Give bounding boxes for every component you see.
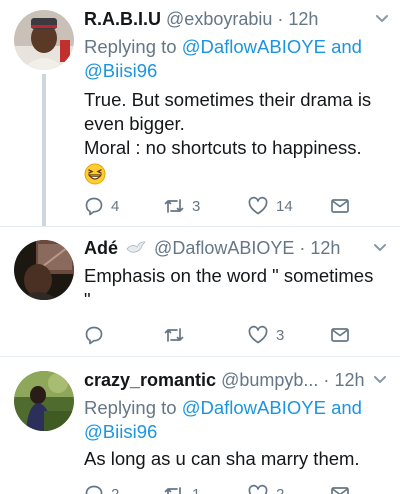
mention-link[interactable]: @DaflowABIOYE [182,36,326,57]
mention-link[interactable]: @Biisi96 [84,421,157,442]
user-handle[interactable]: @exboyrabiu [166,9,272,29]
user-handle[interactable]: @bumpyb... [221,370,318,390]
separator-dot: · [299,238,306,258]
grinning-squinting-face-icon [84,163,106,185]
retweet-count: 3 [192,197,201,215]
replying-to: Replying to @DaflowABIOYE and @Biisi96 [84,396,384,444]
separator-dot: · [277,9,284,29]
like-count: 3 [276,326,285,344]
tweet-actions: 2 1 2 [84,483,384,494]
tweet-header: crazy_romantic @bumpyb... · 12h [84,369,364,391]
retweet-button[interactable]: 3 [163,195,200,217]
display-name[interactable]: R.A.B.I.U [84,9,161,29]
avatar[interactable] [14,10,74,70]
tweet-header: Adé @DaflowABIOYE · 12h [84,237,340,259]
tweet-text-line: Emphasis on the word " sometimes [84,265,374,286]
like-button[interactable]: 14 [247,195,293,217]
reply-icon [85,485,103,494]
replying-prefix: Replying to [84,36,177,57]
reply-button[interactable]: 4 [84,195,119,217]
mention-and: and [331,36,362,57]
retweet-count: 1 [192,485,201,494]
tweet-header: R.A.B.I.U @exboyrabiu · 12h [84,8,318,30]
timestamp[interactable]: 12h [334,370,364,390]
tweet-text-line: even bigger. [84,113,185,134]
user-handle[interactable]: @DaflowABIOYE [154,238,294,258]
avatar[interactable] [14,240,74,300]
display-name[interactable]: crazy_romantic [84,370,216,390]
tweet-1[interactable]: R.A.B.I.U @exboyrabiu · 12h Replying to … [0,0,400,226]
separator-dot: · [323,370,330,390]
direct-message-button[interactable] [330,195,350,217]
tweet-text-line: " [84,289,91,310]
mention-and: and [331,397,362,418]
tweet-text: Emphasis on the word " sometimes " [84,264,384,312]
reply-icon [85,197,103,216]
reply-count: 2 [111,485,120,494]
heart-icon [248,325,268,344]
like-count: 14 [276,197,293,215]
heart-icon [248,196,268,215]
timestamp[interactable]: 12h [288,9,318,29]
dove-icon [126,241,146,253]
envelope-icon [331,328,349,342]
like-button[interactable]: 3 [247,324,284,346]
direct-message-button[interactable] [330,324,350,346]
like-button[interactable]: 2 [247,483,284,494]
retweet-button[interactable]: 1 [163,483,200,494]
retweet-icon [164,328,184,342]
tweet-2[interactable]: Adé @DaflowABIOYE · 12h Emphasis on the … [0,227,400,356]
timestamp[interactable]: 12h [310,238,340,258]
retweet-button[interactable] [163,324,192,346]
avatar[interactable] [14,371,74,431]
reply-button[interactable]: 2 [84,483,119,494]
chevron-down-icon[interactable] [375,12,389,26]
envelope-icon [331,487,349,494]
envelope-icon [331,199,349,213]
tweet-actions: 3 [84,324,384,346]
mention-link[interactable]: @Biisi96 [84,60,157,81]
thread-line [42,74,46,226]
tweet-text-line: As long as u can sha marry them. [84,448,360,469]
retweet-icon [164,199,184,213]
tweet-text: True. But sometimes their drama is even … [84,88,384,191]
reply-icon [85,326,103,345]
direct-message-button[interactable] [330,483,350,494]
chevron-down-icon[interactable] [373,241,387,255]
tweet-actions: 4 3 14 [84,195,384,217]
display-name[interactable]: Adé [84,238,118,258]
replying-to: Replying to @DaflowABIOYE and @Biisi96 [84,35,384,83]
retweet-icon [164,487,181,494]
reply-count: 4 [111,197,120,215]
mention-link[interactable]: @DaflowABIOYE [182,397,326,418]
reply-button[interactable] [84,324,111,346]
tweet-text: As long as u can sha marry them. [84,447,384,471]
chevron-down-icon[interactable] [373,373,387,387]
tweet-text-line: True. But sometimes their drama is [84,89,372,110]
heart-icon [248,484,268,494]
tweet-3[interactable]: crazy_romantic @bumpyb... · 12h Replying… [0,357,400,494]
replying-prefix: Replying to [84,397,177,418]
like-count: 2 [276,485,285,494]
tweet-text-line: Moral : no shortcuts to happiness. [84,137,362,158]
